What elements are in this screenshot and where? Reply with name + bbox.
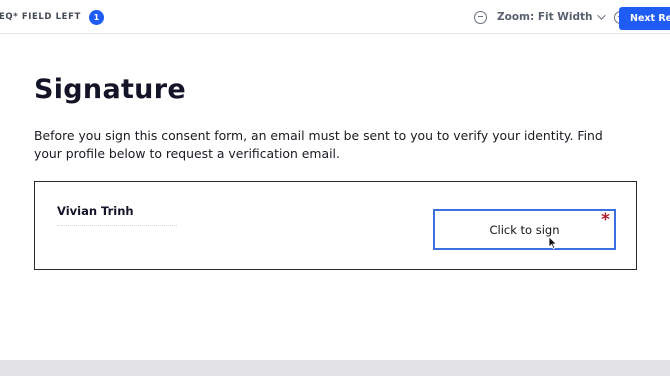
signer-detail-placeholder: [57, 222, 177, 226]
zoom-select[interactable]: Zoom: Fit Width: [497, 11, 607, 23]
fields-left-label: EQ* FIELD LEFT: [0, 12, 81, 22]
signer-name: Vivian Trinh: [57, 204, 134, 218]
mouse-cursor-icon: [548, 236, 558, 250]
chevron-down-icon: [597, 11, 607, 20]
click-to-sign-button[interactable]: Click to sign *: [433, 209, 616, 250]
page-title: Signature: [34, 74, 186, 105]
zoom-label: Zoom: Fit Width: [497, 11, 593, 23]
zoom-controls: Zoom: Fit Width: [474, 9, 628, 25]
signature-field-container: Vivian Trinh Click to sign *: [34, 181, 637, 270]
top-toolbar: EQ* FIELD LEFT 1 Zoom: Fit Width Next Re…: [0, 0, 670, 34]
bottom-scroll-bar: [0, 360, 670, 376]
intro-text: Before you sign this consent form, an em…: [34, 128, 603, 161]
zoom-out-icon[interactable]: [474, 10, 487, 24]
required-marker: *: [601, 210, 610, 230]
next-required-button[interactable]: Next Req: [619, 7, 670, 30]
sign-button-label: Click to sign: [489, 223, 560, 237]
fields-left-count-badge: 1: [88, 9, 104, 25]
required-fields-indicator[interactable]: EQ* FIELD LEFT 1: [0, 9, 104, 25]
